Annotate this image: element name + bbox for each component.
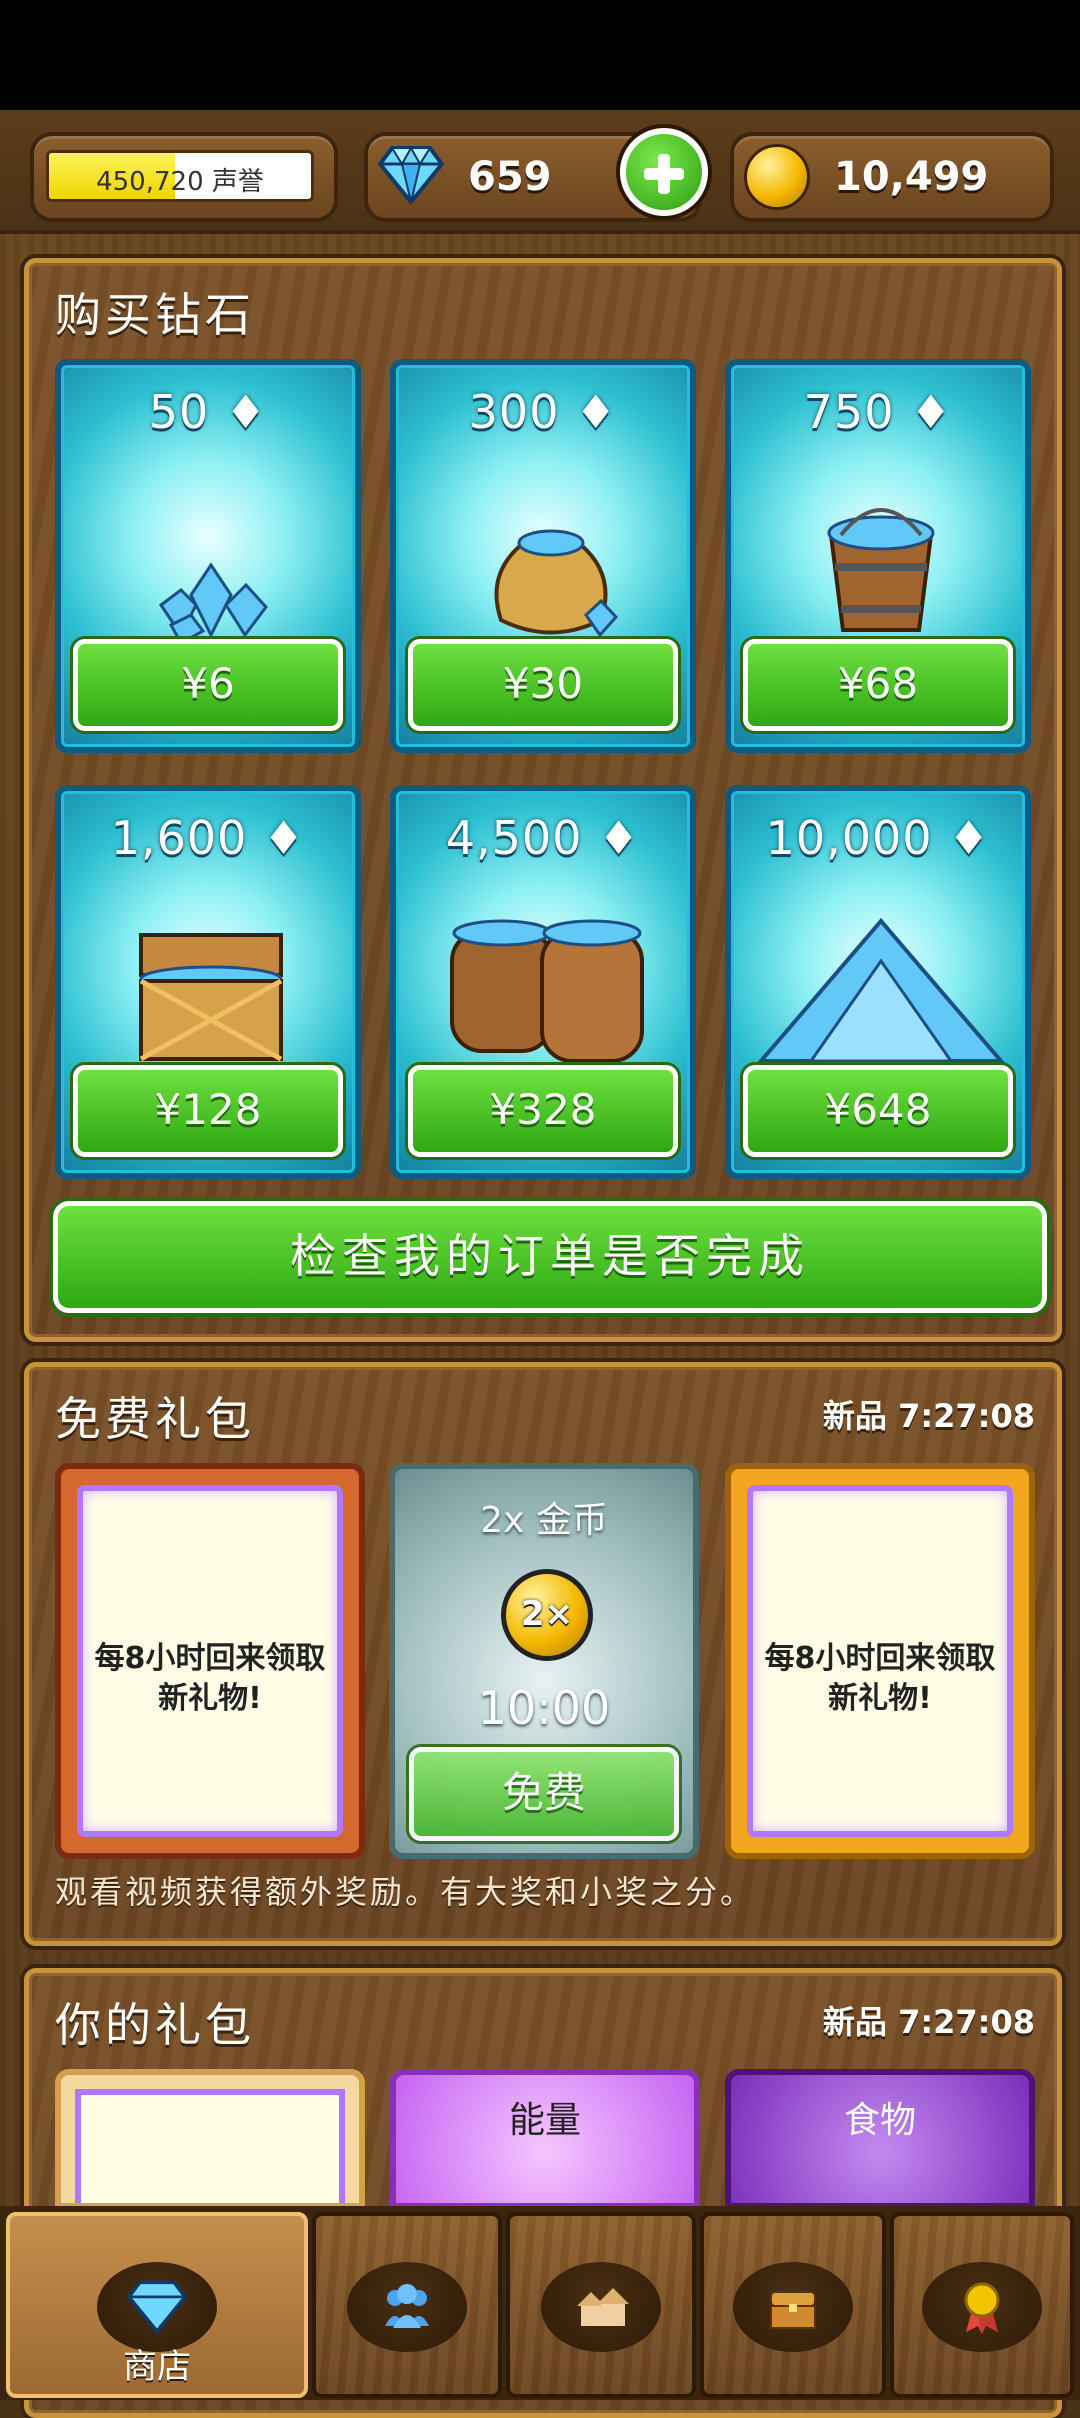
coin-count: 10,499	[834, 154, 989, 200]
reputation-pill[interactable]: 450,720 声誉	[30, 132, 338, 222]
bottom-nav: 商店	[0, 2206, 1080, 2400]
buy-button[interactable]: ¥128	[73, 1065, 343, 1157]
buy-button[interactable]: ¥30	[408, 639, 678, 731]
buy-button[interactable]: ¥68	[743, 639, 1013, 731]
reputation-bar: 450,720 声誉	[46, 150, 314, 202]
gift-card-inner: 每8小时回来领取新礼物!	[747, 1485, 1013, 1837]
reputation-text: 450,720 声誉	[96, 167, 264, 197]
free-gifts-footer: 观看视频获得额外奖励。有大奖和小奖之分。	[55, 1873, 756, 1911]
gift-message: 每8小时回来领取新礼物!	[764, 1641, 996, 1716]
gift-card-inner: 每8小时回来领取新礼物!	[77, 1485, 343, 1837]
status-bar	[0, 0, 1080, 110]
gem-pile-icon	[158, 562, 268, 645]
add-diamonds-button[interactable]	[620, 128, 708, 216]
gem-mountain-icon	[756, 917, 1006, 1063]
medal-icon	[964, 2282, 1000, 2334]
gift-message: 每8小时回来领取新礼物!	[94, 1641, 326, 1716]
double-coin-icon: 2×	[501, 1569, 593, 1661]
check-order-button[interactable]: 检查我的订单是否完成	[53, 1201, 1047, 1313]
buy-button[interactable]: ¥328	[408, 1065, 678, 1157]
pack-amount: 750 ♦	[803, 385, 953, 439]
free-button[interactable]: 免费	[409, 1747, 679, 1841]
tab-awards[interactable]	[890, 2212, 1074, 2398]
houses-icon	[577, 2288, 629, 2326]
diamond-count: 659	[468, 154, 552, 200]
free-gifts-timer: 新品 7:27:08	[822, 1397, 1035, 1435]
energy-title: 能量	[508, 2100, 581, 2141]
diamond-pack-card[interactable]: 1,600 ♦ ¥128	[55, 785, 361, 1179]
pack-amount: 50 ♦	[148, 385, 268, 439]
your-gifts-title: 你的礼包	[55, 1998, 255, 2052]
diamond-pack-card[interactable]: 750 ♦ ¥68	[725, 359, 1031, 753]
free-gifts-panel: 免费礼包 新品 7:27:08 每8小时回来领取新礼物! 2x 金币 2× 10…	[24, 1362, 1062, 1946]
video-reward-card[interactable]: 2x 金币 2× 10:00 免费	[389, 1463, 699, 1859]
gift-card-inner	[75, 2089, 345, 2203]
tab-shop[interactable]: 商店	[6, 2212, 308, 2398]
gem-icon	[127, 2280, 187, 2335]
diamond-pack-card[interactable]: 50 ♦ ¥6	[55, 359, 361, 753]
your-gift-card[interactable]	[55, 2069, 365, 2209]
pack-amount: 10,000 ♦	[765, 811, 991, 865]
free-gifts-title: 免费礼包	[55, 1392, 255, 1446]
buy-button[interactable]: ¥648	[743, 1065, 1013, 1157]
tab-treasure[interactable]	[700, 2212, 886, 2398]
food-title: 食物	[843, 2100, 916, 2141]
people-icon	[385, 2284, 429, 2328]
gem-barrels-icon	[450, 919, 644, 1063]
video-reward-title: 2x 金币	[480, 1500, 608, 1541]
gift-card-right[interactable]: 每8小时回来领取新礼物!	[725, 1463, 1035, 1859]
diamond-icon	[378, 145, 444, 204]
pack-amount: 4,500 ♦	[445, 811, 641, 865]
tab-houses[interactable]	[506, 2212, 696, 2398]
buy-button[interactable]: ¥6	[73, 639, 343, 731]
diamond-pack-card[interactable]: 300 ♦ ¥30	[390, 359, 696, 753]
treasure-chest-icon	[770, 2291, 816, 2329]
pack-amount: 1,600 ♦	[110, 811, 306, 865]
gift-card-left[interactable]: 每8小时回来领取新礼物!	[55, 1463, 365, 1859]
coin-pill[interactable]: 10,499	[730, 132, 1054, 222]
diamond-pack-card[interactable]: 10,000 ♦ ¥648	[725, 785, 1031, 1179]
diamond-pack-card[interactable]: 4,500 ♦ ¥328	[390, 785, 696, 1179]
your-gifts-timer: 新品 7:27:08	[822, 2003, 1035, 2041]
buy-diamonds-panel: 购买钻石 50 ♦ ¥6 300 ♦ ¥30 750 ♦ ¥68 1,600 ♦…	[24, 258, 1062, 1342]
gem-chest-icon	[139, 933, 283, 1062]
pack-amount: 300 ♦	[468, 385, 618, 439]
gem-bucket-icon	[827, 508, 935, 632]
video-reward-time: 10:00	[477, 1681, 611, 1735]
tab-label: 商店	[123, 2347, 191, 2387]
coin-icon	[744, 144, 810, 210]
gem-sack-icon	[494, 529, 619, 638]
your-gift-card[interactable]: 食物	[725, 2069, 1035, 2209]
your-gift-card[interactable]: 能量	[390, 2069, 700, 2209]
buy-diamonds-title: 购买钻石	[55, 288, 255, 342]
tab-people[interactable]	[312, 2212, 502, 2398]
